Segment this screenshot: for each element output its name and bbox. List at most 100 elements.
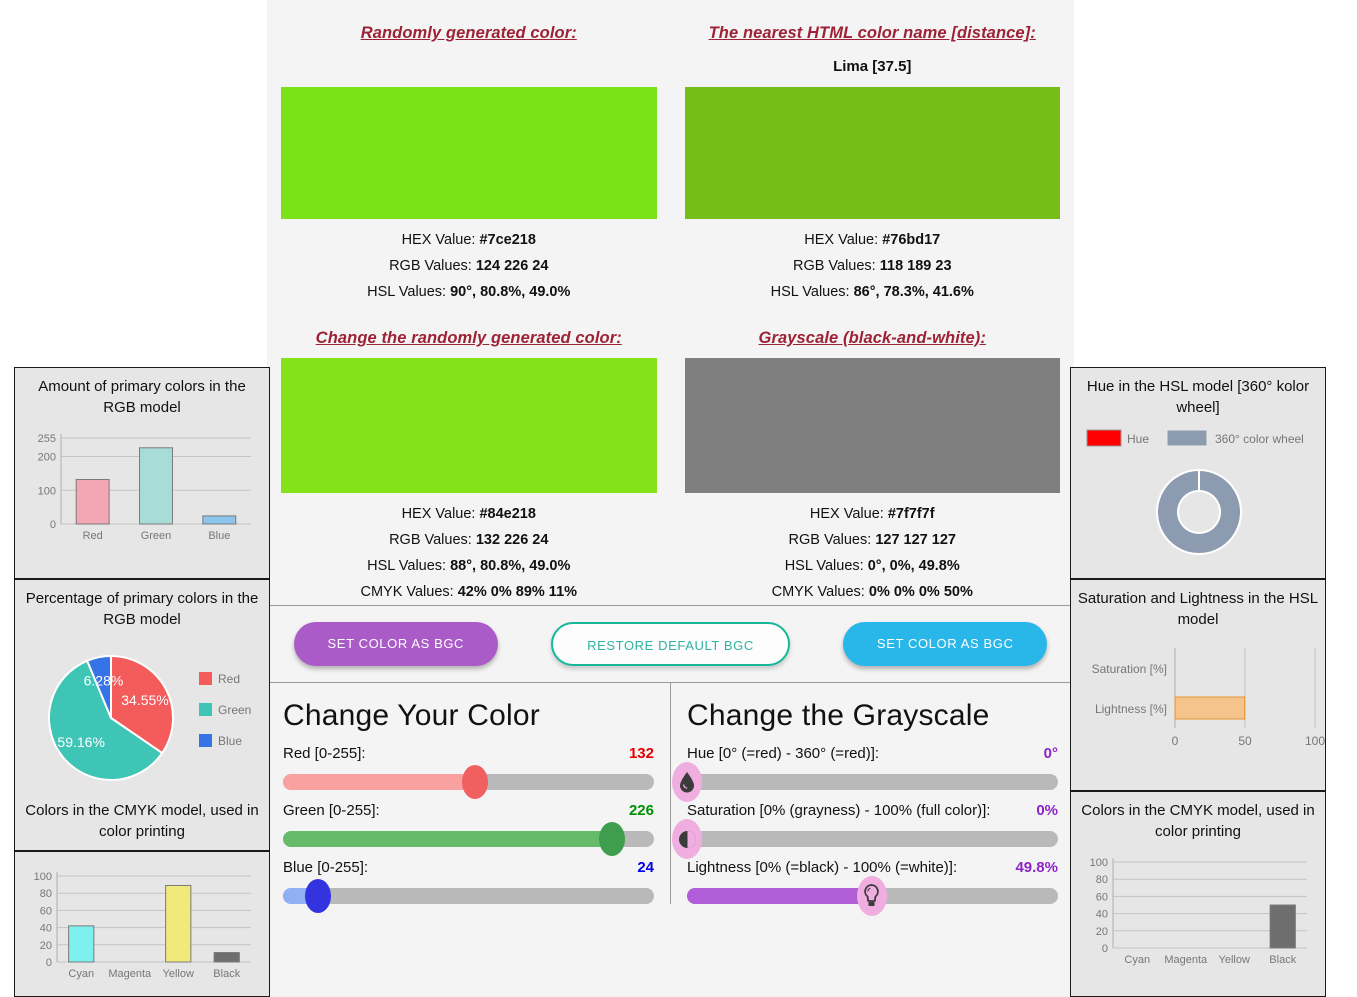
value-label: HSL Values: bbox=[367, 284, 451, 300]
slider-label: Green [0-255]: bbox=[283, 802, 380, 819]
panel-rgb-amount-title: Amount of primary colors in the RGB mode… bbox=[38, 378, 246, 416]
grayscale-values: HEX Value: #7f7f7f RGB Values: 127 127 12… bbox=[671, 493, 1075, 605]
changed-color-values: HEX Value: #84e218 RGB Values: 132 226 24… bbox=[267, 493, 671, 605]
x-tick-label: Magenta bbox=[1164, 954, 1208, 966]
bar-yellow bbox=[165, 884, 192, 963]
changed-color-row: HEX Value: #84e218 bbox=[267, 501, 671, 527]
hsl-slider-track[interactable] bbox=[672, 762, 1058, 802]
value-label: HSL Values: bbox=[784, 558, 868, 574]
bar-green bbox=[139, 447, 173, 525]
grayscale-heading: Grayscale (black-and-white): bbox=[758, 329, 986, 347]
y-tick-label: 40 bbox=[40, 923, 52, 935]
random-color-heading: Randomly generated color: bbox=[360, 24, 577, 42]
rgb-slider-track[interactable] bbox=[283, 765, 654, 799]
x-tick-label: Yellow bbox=[163, 968, 194, 980]
nearest-color-swatch bbox=[684, 87, 1060, 219]
bar-blue bbox=[202, 515, 237, 525]
grayscale-row: HEX Value: #7f7f7f bbox=[671, 501, 1075, 527]
panel-hue-wheel-title: Hue in the HSL model [360° kolor wheel] bbox=[1086, 378, 1310, 416]
y-tick-label: Saturation [%] bbox=[1092, 662, 1167, 676]
set-color-as-bgc-button-left[interactable]: SET COLOR AS BGC bbox=[293, 622, 499, 666]
rgb-slider-1: Green [0-255]: 226 bbox=[283, 802, 654, 856]
grayscale-swatch bbox=[684, 358, 1060, 493]
hsl-slider-label-row: Saturation [0% (grayness) - 100% (full c… bbox=[687, 802, 1058, 819]
rgb-percent-pie-svg: 34.55% 59.16% 6.28% Red Green Blue bbox=[48, 654, 251, 781]
droplet-icon[interactable] bbox=[672, 762, 702, 802]
value-label: HEX Value: bbox=[809, 506, 888, 522]
rgb-sliders: Red [0-255]: 132 Green [0-255]: 226 Blue [0-… bbox=[283, 745, 654, 913]
slider-value: 24 bbox=[637, 859, 654, 876]
random-color-values: HEX Value: #7ce218 RGB Values: 124 226 24… bbox=[267, 219, 671, 305]
slider-label: Saturation [0% (grayness) - 100% (full c… bbox=[687, 802, 991, 819]
y-tick-label: 100 bbox=[34, 871, 52, 883]
rgb-slider-label-row: Green [0-255]: 226 bbox=[283, 802, 654, 819]
top-values-row: HEX Value: #7ce218 RGB Values: 124 226 24… bbox=[267, 219, 1074, 305]
cmyk-color-bar-svg: 0 20 40 60 80 100 Cyan Magenta Yellow Black bbox=[34, 871, 251, 980]
lightbulb-icon[interactable] bbox=[856, 876, 887, 916]
random-color-row: RGB Values: 124 226 24 bbox=[267, 253, 671, 279]
y-tick-label: 0 bbox=[1102, 943, 1108, 955]
x-tick-label: Green bbox=[141, 530, 172, 542]
value-label: RGB Values: bbox=[389, 532, 476, 548]
value-label: CMYK Values: bbox=[771, 584, 869, 600]
value-label: CMYK Values: bbox=[360, 584, 458, 600]
value-text: #7f7f7f bbox=[887, 506, 935, 522]
hsl-slider-1: Saturation [0% (grayness) - 100% (full c… bbox=[672, 802, 1058, 859]
y-tick-label: 20 bbox=[1096, 926, 1108, 938]
rgb-slider-track[interactable] bbox=[283, 822, 654, 856]
cmyk-gray-chart: 0 20 40 60 80 100 Cyan Magenta Yellow Black bbox=[1079, 848, 1317, 983]
y-tick-label: 0 bbox=[46, 957, 52, 969]
y-tick-label: 60 bbox=[40, 905, 52, 917]
rgb-slider-label-row: Red [0-255]: 132 bbox=[283, 745, 654, 762]
restore-default-bgc-button[interactable]: RESTORE DEFAULT BGC bbox=[551, 622, 790, 666]
y-tick-label: 200 bbox=[38, 452, 56, 464]
contrast-icon[interactable] bbox=[672, 819, 702, 859]
hsl-slider-2: Lightness [0% (=black) - 100% (=white)]:… bbox=[687, 859, 1058, 916]
slider-thumb[interactable] bbox=[598, 822, 625, 856]
x-tick-label: Cyan bbox=[68, 968, 94, 980]
value-text: 127 127 127 bbox=[875, 532, 956, 548]
slider-value: 0% bbox=[1036, 802, 1058, 819]
panel-rgb-percent: Percentage of primary colors in the RGB … bbox=[14, 579, 270, 851]
y-tick-label: Lightness [%] bbox=[1095, 702, 1167, 716]
slider-thumb[interactable] bbox=[462, 765, 489, 799]
legend-swatch-hue bbox=[1086, 429, 1122, 447]
changed-color-row: HSL Values: 88°, 80.8%, 49.0% bbox=[267, 553, 671, 579]
hsl-slider-track[interactable] bbox=[672, 819, 1058, 859]
slider-fill bbox=[687, 888, 872, 904]
slider-row: Change Your Color Red [0-255]: 132 Green [… bbox=[267, 683, 1074, 916]
y-tick-label: 80 bbox=[1096, 874, 1108, 886]
top-swatch-row bbox=[267, 77, 1074, 219]
hsl-slider-track[interactable] bbox=[687, 876, 1058, 916]
panel-sat-light-title: Saturation and Lightness in the HSL mode… bbox=[1077, 590, 1319, 628]
top-color-grid: Randomly generated color: The nearest HT… bbox=[267, 0, 1074, 43]
legend-label: Red bbox=[218, 672, 240, 686]
cmyk-gray-bar-svg: 0 20 40 60 80 100 Cyan Magenta Yellow Black bbox=[1090, 857, 1307, 966]
slider-label: Red [0-255]: bbox=[283, 745, 366, 762]
x-tick-label: Magenta bbox=[108, 968, 152, 980]
panel-hue-wheel: Hue in the HSL model [360° kolor wheel] … bbox=[1070, 367, 1326, 579]
value-text: 0°, 0%, 49.8% bbox=[867, 558, 960, 574]
nearest-color-row: RGB Values: 118 189 23 bbox=[671, 253, 1075, 279]
legend-swatch bbox=[199, 734, 212, 747]
slider-value: 0° bbox=[1043, 745, 1058, 762]
hsl-slider-label-row: Lightness [0% (=black) - 100% (=white)]:… bbox=[687, 859, 1058, 876]
rgb-slider-track[interactable] bbox=[283, 879, 654, 913]
value-text: #76bd17 bbox=[882, 232, 941, 248]
panel-rgb-percent-title: Percentage of primary colors in the RGB … bbox=[25, 590, 259, 628]
hsl-sliders: Hue [0° (=red) - 360° (=red)]: 0° Saturati… bbox=[672, 745, 1058, 916]
value-label: RGB Values: bbox=[389, 258, 476, 274]
rgb-amount-chart: 0 100 200 255 Red Green Blue bbox=[23, 424, 261, 559]
changed-color-swatch bbox=[281, 358, 657, 493]
random-color-swatch bbox=[281, 87, 657, 219]
grayscale-row: RGB Values: 127 127 127 bbox=[671, 527, 1075, 553]
nearest-name-row: Lima [37.5] bbox=[267, 43, 1074, 77]
grayscale-row: HSL Values: 0°, 0%, 49.8% bbox=[671, 553, 1075, 579]
x-tick-label: Cyan bbox=[1124, 954, 1150, 966]
slider-thumb[interactable] bbox=[304, 879, 331, 913]
set-color-as-bgc-button-right[interactable]: SET COLOR AS BGC bbox=[842, 622, 1048, 666]
bottom-heading-row: Change the randomly generated color: Gra… bbox=[267, 305, 1074, 348]
pie-value-label: 59.16% bbox=[57, 734, 104, 750]
rgb-slider-2: Blue [0-255]: 24 bbox=[283, 859, 654, 913]
legend-label-hue: Hue bbox=[1127, 432, 1149, 446]
